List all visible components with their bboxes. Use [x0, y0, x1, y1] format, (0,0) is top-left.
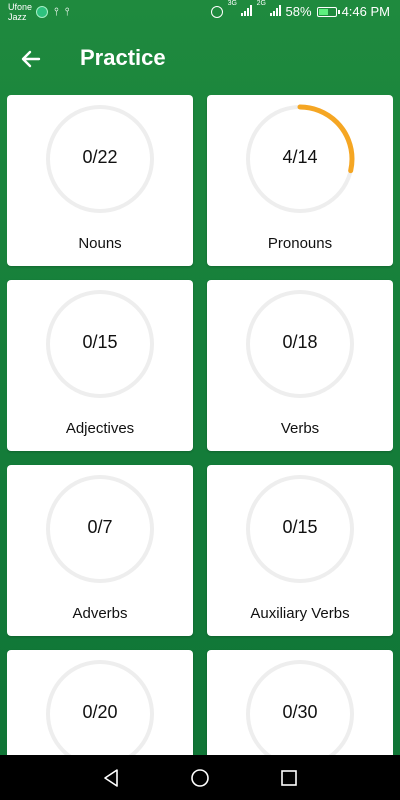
arrow-left-icon: [21, 50, 41, 68]
usb-icon: ⫯: [64, 5, 70, 18]
signal-icon: [240, 5, 252, 16]
square-recents-icon: [281, 770, 297, 786]
practice-card-pronouns[interactable]: 4/14 Pronouns: [207, 95, 393, 266]
practice-card-nouns[interactable]: 0/22 Nouns: [7, 95, 193, 266]
signal-group-2: 2G: [257, 0, 281, 19]
practice-card-adjectives[interactable]: 0/15 Adjectives: [7, 280, 193, 451]
progress-count: 0/30: [282, 702, 318, 722]
network-type-label: 2G: [256, 0, 266, 7]
signal-group-1: 3G: [228, 0, 252, 19]
app-notification-icon: [36, 6, 48, 18]
usb-icon: ⫯: [54, 5, 59, 18]
progress-count: 0/15: [82, 332, 118, 352]
network-type-label: 3G: [227, 0, 237, 7]
nav-home-button[interactable]: [188, 767, 212, 789]
practice-card-adverbs[interactable]: 0/7 Adverbs: [7, 465, 193, 636]
practice-grid: 0/22 Nouns 4/14 Pronouns 0/15 Adjectives…: [7, 95, 393, 755]
battery-icon: [316, 6, 340, 17]
nav-recents-button[interactable]: [277, 767, 301, 789]
clock: 4:46 PM: [341, 4, 390, 19]
triangle-back-icon: [104, 769, 118, 787]
page-title: Practice: [80, 45, 166, 70]
battery-level: [318, 8, 328, 15]
system-nav-bar: [0, 755, 400, 800]
carrier-info: Ufone Jazz: [8, 2, 32, 22]
app-bar: Practice: [0, 26, 400, 90]
category-label: Nouns: [78, 235, 122, 252]
battery-percent: 58%: [285, 4, 312, 19]
carrier-line-2: Jazz: [8, 12, 27, 22]
progress-count: 4/14: [282, 147, 318, 167]
back-button[interactable]: [14, 42, 48, 76]
progress-count: 0/7: [87, 517, 113, 537]
practice-card[interactable]: 0/20: [7, 650, 193, 755]
category-label: Adjectives: [65, 420, 135, 437]
signal-icon: [269, 5, 281, 16]
circle-home-icon: [191, 769, 209, 787]
progress-count: 0/15: [282, 517, 318, 537]
progress-count: 0/20: [82, 702, 118, 722]
status-bar: Ufone Jazz ⫯ ⫯ 3G 2G 58% 4:46 PM: [0, 0, 400, 26]
notification-icons: ⫯ ⫯: [36, 6, 70, 18]
practice-card-auxiliary-verbs[interactable]: 0/15 Auxiliary Verbs: [207, 465, 393, 636]
category-label: Auxiliary Verbs: [250, 605, 350, 622]
carrier-line-1: Ufone: [8, 2, 33, 12]
practice-card[interactable]: 0/30: [207, 650, 393, 755]
category-label: Pronouns: [267, 235, 333, 252]
progress-count: 0/22: [82, 147, 118, 167]
alarm-icon: [210, 5, 223, 18]
practice-card-verbs[interactable]: 0/18 Verbs: [207, 280, 393, 451]
nav-back-button[interactable]: [99, 767, 123, 789]
category-label: Verbs: [280, 420, 320, 437]
system-indicators: 3G 2G 58% 4:46 PM: [210, 0, 390, 19]
progress-count: 0/18: [282, 332, 318, 352]
category-label: Adverbs: [72, 605, 128, 622]
